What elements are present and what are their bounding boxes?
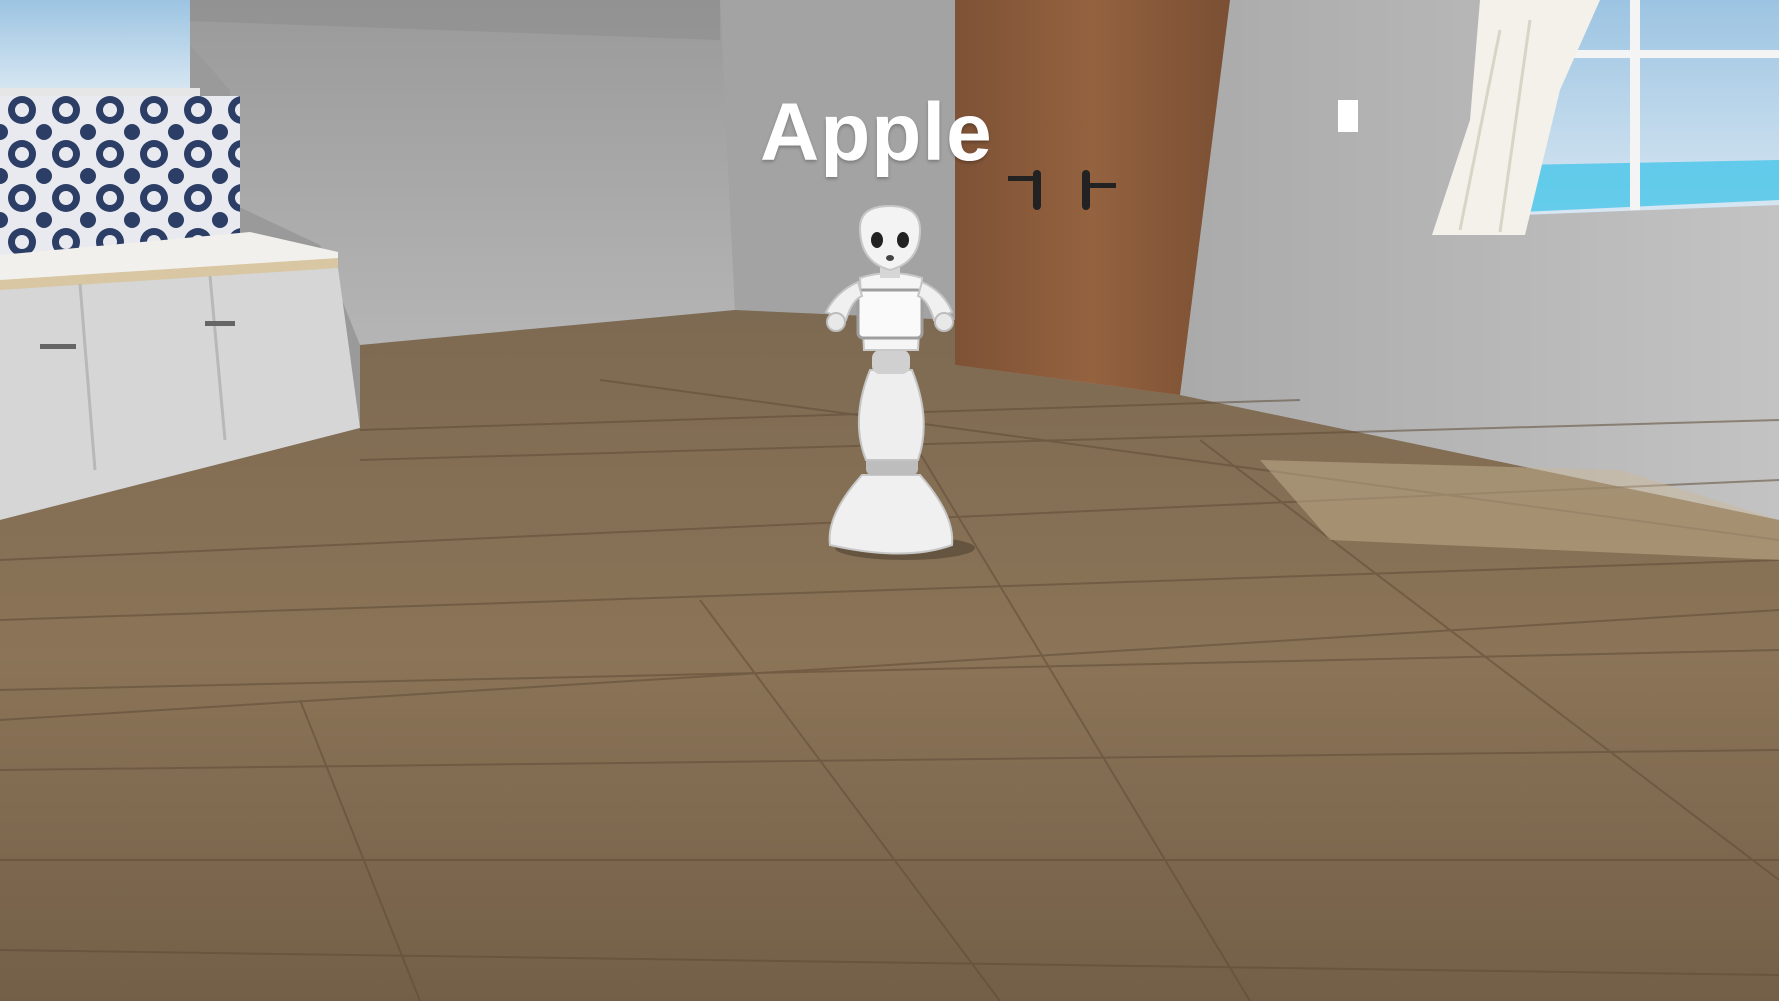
light-switch — [1338, 100, 1358, 132]
object-label: Apple — [760, 87, 993, 178]
robot-tablet — [856, 288, 924, 340]
game-viewport[interactable]: Apple — [0, 0, 1779, 1001]
tile-backsplash — [0, 96, 240, 256]
left-window — [0, 0, 190, 92]
door-handle-right — [1082, 170, 1090, 210]
